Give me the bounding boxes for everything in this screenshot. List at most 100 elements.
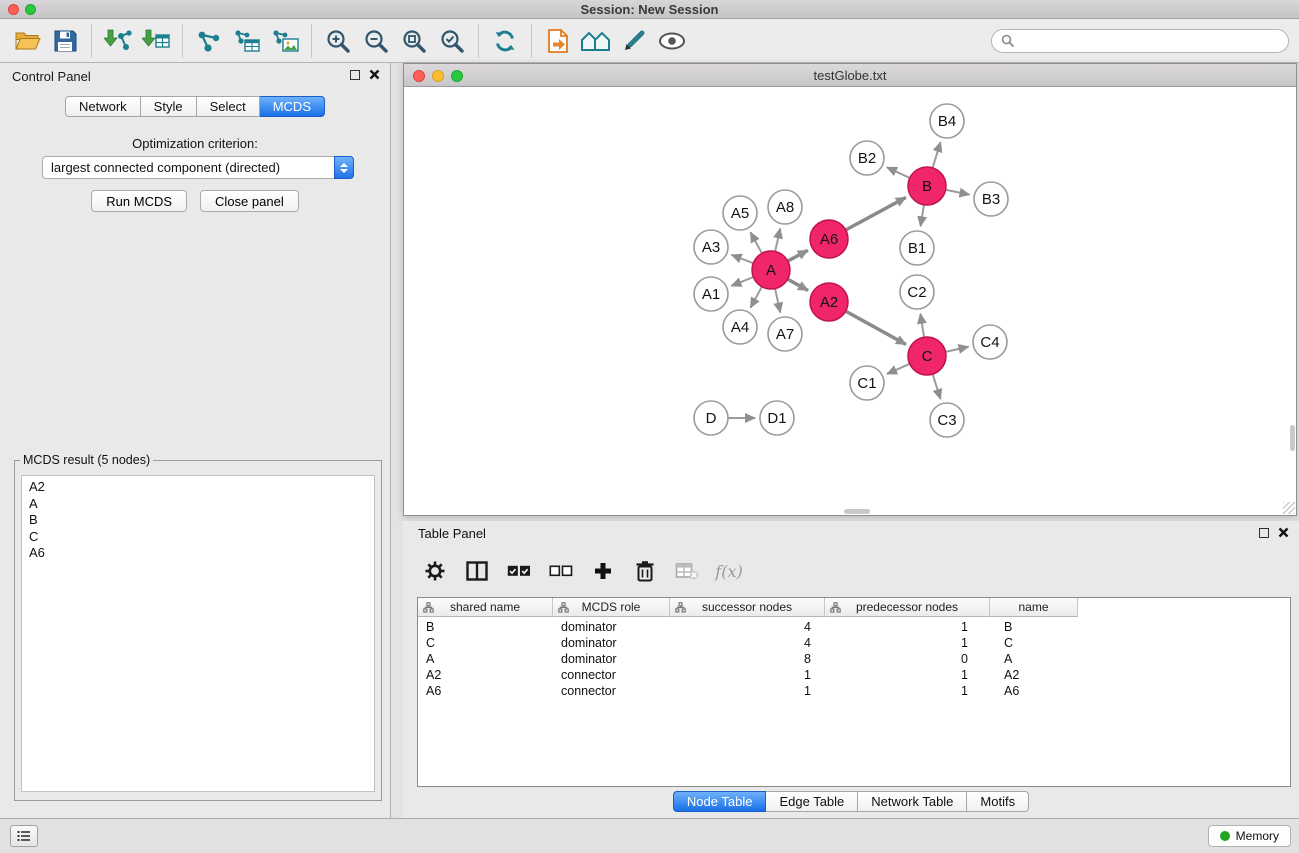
list-item[interactable]: A6 — [29, 545, 367, 562]
memory-button[interactable]: Memory — [1208, 825, 1291, 847]
zoom-in-icon[interactable] — [319, 23, 357, 59]
graph-node-B[interactable]: B — [908, 167, 946, 205]
show-eye-icon[interactable] — [653, 23, 691, 59]
column-header-name[interactable]: name — [990, 598, 1078, 617]
network-canvas[interactable]: A A1 A2 A3 A4 A5 A6 A7 A8 B B1 B2 B3 B4 C C1 C2 C3 C4 D D1 — [404, 87, 1296, 515]
graph-node-A4[interactable]: A4 — [723, 310, 757, 344]
close-traffic-light[interactable] — [8, 4, 19, 15]
column-header-successor-nodes[interactable]: successor nodes — [670, 598, 825, 617]
zoom-out-icon[interactable] — [357, 23, 395, 59]
float-panel-icon[interactable] — [350, 70, 360, 80]
vertical-scrollbar[interactable] — [1290, 425, 1295, 451]
table-row[interactable]: B dominator 4 1 B — [418, 619, 1290, 635]
network-window-titlebar[interactable]: testGlobe.txt — [404, 64, 1296, 87]
tab-select[interactable]: Select — [197, 96, 260, 117]
toolbar-separator — [478, 24, 479, 58]
close-panel-icon[interactable] — [369, 69, 380, 80]
graph-node-D1[interactable]: D1 — [760, 401, 794, 435]
column-header-mcds-role[interactable]: MCDS role — [553, 598, 670, 617]
graph-node-A3[interactable]: A3 — [694, 230, 728, 264]
graph-node-A7[interactable]: A7 — [768, 317, 802, 351]
column-header-predecessor-nodes[interactable]: predecessor nodes — [825, 598, 990, 617]
mcds-result-list[interactable]: A2 A B C A6 — [21, 475, 375, 792]
graph-node-C[interactable]: C — [908, 337, 946, 375]
open-session-document-icon[interactable] — [539, 23, 577, 59]
delete-row-icon[interactable] — [631, 557, 659, 585]
delete-table-icon[interactable] — [673, 557, 701, 585]
zoom-selected-icon[interactable] — [433, 23, 471, 59]
double-home-icon[interactable] — [577, 23, 615, 59]
memory-status-icon — [1220, 831, 1230, 841]
export-network-image-icon[interactable] — [266, 23, 304, 59]
zoom-traffic-light[interactable] — [25, 4, 36, 15]
table-row[interactable]: A6 connector 1 1 A6 — [418, 683, 1290, 699]
graph-node-B4[interactable]: B4 — [930, 104, 964, 138]
tab-style[interactable]: Style — [141, 96, 197, 117]
run-mcds-button[interactable]: Run MCDS — [91, 190, 187, 212]
cell-mcds-role: connector — [553, 668, 670, 682]
table-row[interactable]: A dominator 8 0 A — [418, 651, 1290, 667]
tab-network[interactable]: Network — [65, 96, 141, 117]
table-row[interactable]: A2 connector 1 1 A2 — [418, 667, 1290, 683]
list-item[interactable]: C — [29, 529, 367, 546]
zoom-light[interactable] — [451, 70, 463, 82]
tab-node-table[interactable]: Node Table — [673, 791, 767, 812]
list-item[interactable]: A2 — [29, 479, 367, 496]
new-network-icon[interactable] — [190, 23, 228, 59]
task-list-button[interactable] — [10, 825, 38, 847]
minimize-light[interactable] — [432, 70, 444, 82]
table-panel-tabs: Node Table Edge Table Network Table Moti… — [673, 791, 1029, 812]
close-panel-button[interactable]: Close panel — [200, 190, 299, 212]
refresh-icon[interactable] — [486, 23, 524, 59]
cell-mcds-role: connector — [553, 684, 670, 698]
table-row[interactable]: C dominator 4 1 C — [418, 635, 1290, 651]
float-panel-icon[interactable] — [1259, 528, 1269, 538]
list-item[interactable]: B — [29, 512, 367, 529]
function-fx-icon[interactable]: f(x) — [715, 557, 743, 585]
graph-node-C2[interactable]: C2 — [900, 275, 934, 309]
graph-node-C3[interactable]: C3 — [930, 403, 964, 437]
import-network-icon[interactable] — [99, 23, 137, 59]
tab-edge-table[interactable]: Edge Table — [766, 791, 858, 812]
resize-grip[interactable] — [1283, 502, 1295, 514]
search-field[interactable] — [991, 29, 1289, 53]
tab-network-table[interactable]: Network Table — [858, 791, 967, 812]
list-item[interactable]: A — [29, 496, 367, 513]
style-brush-icon[interactable] — [615, 23, 653, 59]
cell-predecessor-nodes: 1 — [825, 668, 990, 682]
graph-node-A2[interactable]: A2 — [810, 283, 848, 321]
network-graph: A A1 A2 A3 A4 A5 A6 A7 A8 B B1 B2 B3 B4 C C1 C2 C3 C4 D D1 — [404, 87, 1296, 515]
open-folder-icon[interactable] — [8, 23, 46, 59]
add-row-icon[interactable] — [589, 557, 617, 585]
new-network-from-table-icon[interactable] — [228, 23, 266, 59]
tab-motifs[interactable]: Motifs — [967, 791, 1029, 812]
graph-node-D[interactable]: D — [694, 401, 728, 435]
graph-node-C1[interactable]: C1 — [850, 366, 884, 400]
mcds-result-group: MCDS result (5 nodes) A2 A B C A6 — [14, 453, 382, 801]
control-panel: Control Panel Network Style Select MCDS … — [0, 63, 391, 818]
close-panel-icon[interactable] — [1278, 527, 1289, 538]
column-header-shared-name[interactable]: shared name — [418, 598, 553, 617]
split-columns-icon[interactable] — [463, 557, 491, 585]
graph-node-B2[interactable]: B2 — [850, 141, 884, 175]
select-all-icon[interactable] — [505, 557, 533, 585]
close-light[interactable] — [413, 70, 425, 82]
tab-mcds[interactable]: MCDS — [260, 96, 325, 117]
deselect-all-icon[interactable] — [547, 557, 575, 585]
graph-node-A6[interactable]: A6 — [810, 220, 848, 258]
import-table-icon[interactable] — [137, 23, 175, 59]
graph-node-A[interactable]: A — [752, 251, 790, 289]
graph-node-A8[interactable]: A8 — [768, 190, 802, 224]
search-input[interactable] — [1019, 33, 1279, 48]
zoom-fit-icon[interactable] — [395, 23, 433, 59]
graph-node-C4[interactable]: C4 — [973, 325, 1007, 359]
graph-node-A5[interactable]: A5 — [723, 196, 757, 230]
optimization-criterion-dropdown[interactable]: largest connected component (directed) — [42, 156, 354, 179]
graph-node-A1[interactable]: A1 — [694, 277, 728, 311]
horizontal-scrollbar[interactable] — [844, 509, 870, 514]
graph-node-B3[interactable]: B3 — [974, 182, 1008, 216]
settings-gear-icon[interactable] — [421, 557, 449, 585]
save-floppy-icon[interactable] — [46, 23, 84, 59]
graph-node-B1[interactable]: B1 — [900, 231, 934, 265]
cell-successor-nodes: 4 — [670, 636, 825, 650]
